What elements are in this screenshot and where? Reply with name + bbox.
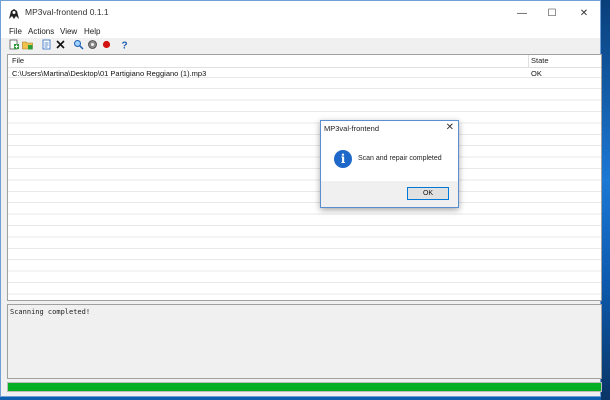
stop-icon[interactable] — [101, 39, 112, 50]
message-dialog: MP3val-frontend ✕ i Scan and repair comp… — [320, 120, 459, 208]
help-icon[interactable]: ? — [119, 39, 130, 51]
table-row-state: OK — [531, 69, 542, 78]
file-list[interactable]: File State C:\Users\Martina\Desktop\01 P… — [7, 54, 602, 301]
log-area[interactable]: Scanning completed! — [7, 304, 602, 379]
app-logo-icon — [9, 9, 19, 19]
menu-actions[interactable]: Actions — [28, 26, 54, 38]
dialog-close-button[interactable]: ✕ — [446, 122, 454, 133]
table-row-file[interactable]: C:\Users\Martina\Desktop\01 Partigiano R… — [12, 69, 206, 78]
svg-text:?: ? — [121, 41, 127, 51]
scan-icon[interactable] — [73, 39, 84, 50]
file-list-header: File State — [8, 55, 601, 68]
menu-file[interactable]: File — [9, 26, 22, 38]
dialog-title: MP3val-frontend — [324, 124, 380, 133]
progress-bar — [7, 382, 602, 392]
menu-help[interactable]: Help — [84, 26, 100, 38]
dialog-footer: OK — [321, 181, 458, 207]
info-icon: i — [334, 150, 352, 168]
remove-icon[interactable] — [55, 39, 66, 50]
toolbar: ? — [1, 38, 600, 52]
column-divider[interactable] — [528, 55, 529, 67]
app-window: MP3val-frontend 0.1.1 — ☐ ✕ File Actions… — [0, 0, 602, 397]
window-title: MP3val-frontend 0.1.1 — [25, 7, 109, 17]
progress-fill — [8, 383, 601, 391]
desktop-background — [601, 0, 610, 400]
info-icon[interactable] — [41, 39, 52, 50]
menu-bar: File Actions View Help — [1, 26, 600, 38]
maximize-button[interactable]: ☐ — [537, 1, 567, 26]
ok-button[interactable]: OK — [407, 187, 449, 200]
dialog-message: Scan and repair completed — [358, 155, 442, 162]
add-folder-icon[interactable] — [22, 39, 33, 50]
menu-view[interactable]: View — [60, 26, 77, 38]
log-text: Scanning completed! — [10, 308, 91, 316]
close-button[interactable]: ✕ — [569, 1, 599, 26]
repair-icon[interactable] — [87, 39, 98, 50]
column-header-file[interactable]: File — [12, 56, 24, 65]
column-header-state[interactable]: State — [531, 56, 549, 65]
title-bar: MP3val-frontend 0.1.1 — ☐ ✕ — [1, 1, 600, 26]
add-files-icon[interactable] — [9, 39, 20, 50]
minimize-button[interactable]: — — [507, 1, 537, 26]
